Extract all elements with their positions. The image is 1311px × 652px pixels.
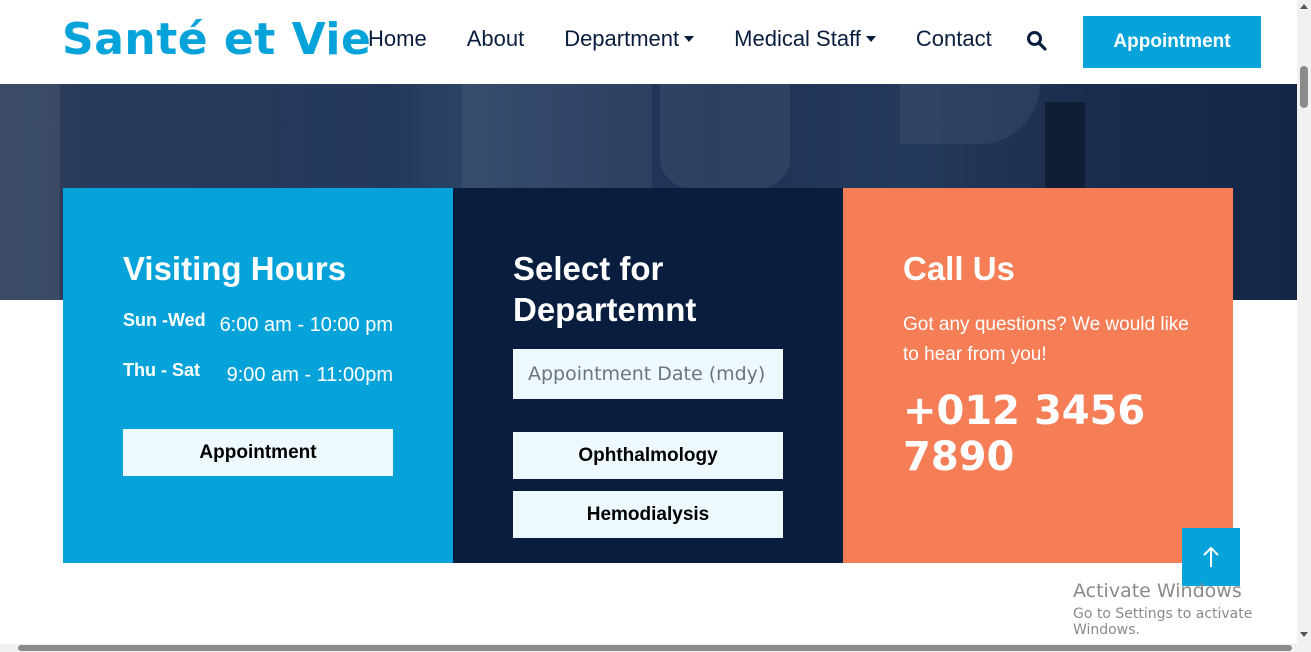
nav-home-label: Home — [368, 26, 427, 51]
phone-number-line2: 7890 — [903, 434, 1015, 480]
visiting-hours-card: Visiting Hours Sun -Wed 6:00 am - 10:00 … — [63, 188, 453, 563]
watermark-line1: Activate Windows — [1073, 580, 1242, 602]
call-us-card: Call Us Got any questions? We would like… — [843, 188, 1233, 563]
call-us-text: Got any questions? We would like to hear… — [903, 314, 1189, 365]
hours-day: Thu - Sat — [123, 360, 200, 380]
nav-contact-label: Contact — [915, 26, 992, 51]
back-to-top-button[interactable] — [1182, 528, 1240, 586]
caret-down-icon — [684, 36, 695, 42]
caret-down-icon — [865, 36, 876, 42]
navbar: Santé et Vie Home About Department Medic… — [0, 0, 1297, 84]
nav-medical-staff-label: Medical Staff — [734, 26, 861, 51]
department-title-line1: Select for — [513, 250, 664, 287]
visiting-hours-title: Visiting Hours — [123, 250, 347, 287]
scroll-up-arrow-icon[interactable] — [1300, 4, 1308, 9]
appointment-button[interactable]: Appointment — [1083, 16, 1261, 68]
appointment-card-button[interactable]: Appointment — [123, 429, 393, 476]
hours-day: Sun -Wed — [123, 310, 206, 330]
nav-contact[interactable]: Contact — [916, 26, 992, 52]
watermark-line2: Go to Settings to activate Windows. — [1073, 606, 1253, 638]
nav-home[interactable]: Home — [368, 26, 427, 52]
department-hemodialysis-button[interactable]: Hemodialysis — [513, 491, 783, 538]
nav-about-label: About — [466, 26, 525, 51]
phone-number[interactable]: +012 3456 7890 — [903, 388, 1193, 480]
call-us-title: Call Us — [903, 250, 1015, 287]
department-ophthalmology-button[interactable]: Ophthalmology — [513, 432, 783, 479]
nav-about[interactable]: About — [467, 26, 525, 52]
windows-activation-watermark: Activate Windows Go to Settings to activ… — [1073, 580, 1311, 638]
phone-number-line1: +012 3456 — [903, 388, 1146, 434]
search-icon[interactable] — [1026, 30, 1048, 52]
nav-department-dropdown[interactable]: Department — [564, 26, 695, 52]
nav-department-label: Department — [564, 26, 680, 51]
arrow-up-icon — [1203, 546, 1219, 567]
horizontal-scrollbar[interactable] — [0, 644, 1311, 652]
department-title-line2: Departemnt — [513, 291, 697, 328]
scroll-down-arrow-icon[interactable] — [1300, 632, 1308, 637]
brand-logo[interactable]: Santé et Vie — [62, 14, 371, 65]
vertical-scrollbar-thumb[interactable] — [1300, 66, 1308, 108]
appointment-date-input[interactable] — [513, 349, 783, 399]
vertical-scrollbar[interactable] — [1297, 0, 1311, 644]
nav-medical-staff-dropdown[interactable]: Medical Staff — [734, 26, 876, 52]
hours-time: 9:00 am - 11:00pm — [226, 364, 393, 386]
department-card-title: Select for Departemnt — [513, 248, 696, 330]
hours-time: 6:00 am - 10:00 pm — [219, 314, 393, 336]
department-card: Select for Departemnt Ophthalmology Hemo… — [453, 188, 843, 563]
horizontal-scrollbar-thumb[interactable] — [18, 645, 1292, 651]
nav-links: Home About Department Medical Staff Cont… — [368, 26, 1032, 52]
